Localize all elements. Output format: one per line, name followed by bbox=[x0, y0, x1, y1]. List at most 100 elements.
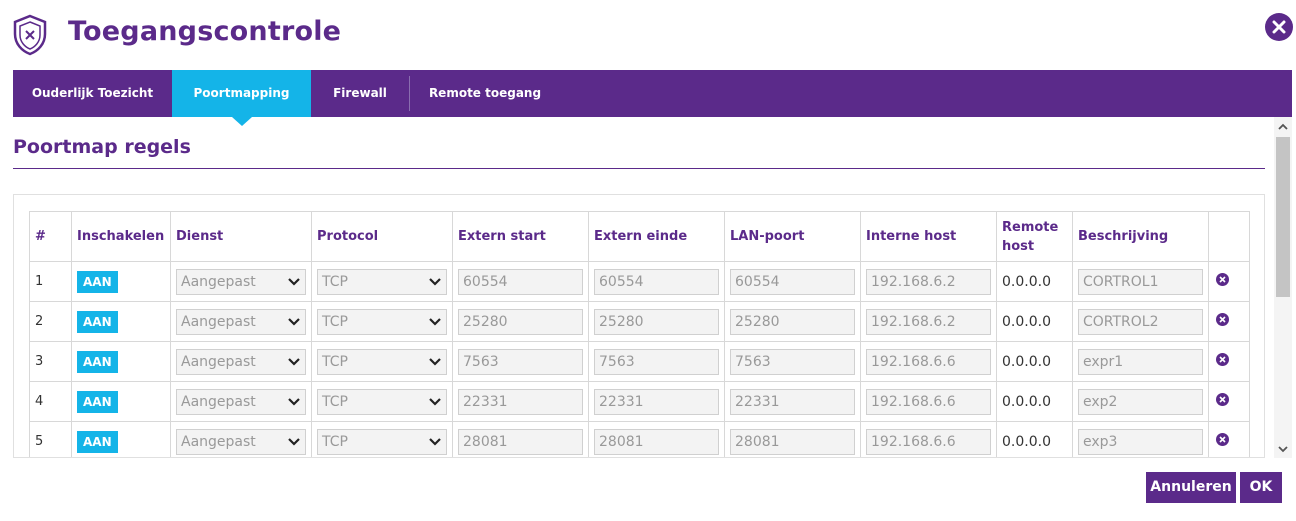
delete-rule-button[interactable] bbox=[1216, 313, 1229, 326]
enable-cell: AAN bbox=[71, 421, 171, 457]
chevron-down-icon bbox=[288, 397, 300, 406]
table-row: 1 AAN Aangepast TCP 60554 60554 60554 19… bbox=[29, 261, 1250, 302]
protocol-select[interactable]: TCP bbox=[317, 308, 447, 335]
table-row: 5 AAN Aangepast TCP 28081 28081 28081 19… bbox=[29, 421, 1250, 457]
protocol-value: TCP bbox=[322, 313, 348, 330]
lan-port-field[interactable]: 7563 bbox=[730, 348, 855, 375]
tab-port-mapping[interactable]: Poortmapping bbox=[172, 70, 311, 126]
service-select[interactable]: Aangepast bbox=[176, 268, 306, 295]
ext-end-cell: 25280 bbox=[588, 301, 725, 342]
protocol-select[interactable]: TCP bbox=[317, 268, 447, 295]
lan-port-field[interactable]: 28081 bbox=[730, 428, 855, 455]
ext-end-field[interactable]: 25280 bbox=[594, 308, 719, 335]
delete-rule-button[interactable] bbox=[1216, 433, 1229, 446]
ext-end-field[interactable]: 60554 bbox=[594, 268, 719, 295]
delete-rule-button[interactable] bbox=[1216, 353, 1229, 366]
column-header-service: Dienst bbox=[170, 211, 312, 262]
internal-host-cell: 192.168.6.2 bbox=[860, 261, 997, 302]
table-row: 4 AAN Aangepast TCP 22331 22331 22331 19… bbox=[29, 381, 1250, 422]
enable-cell: AAN bbox=[71, 341, 171, 382]
internal-host-field[interactable]: 192.168.6.6 bbox=[866, 428, 991, 455]
protocol-cell: TCP bbox=[311, 341, 453, 382]
description-field[interactable]: exp3 bbox=[1078, 428, 1203, 455]
ext-end-field[interactable]: 7563 bbox=[594, 348, 719, 375]
ext-start-cell: 25280 bbox=[452, 301, 589, 342]
table-row: 2 AAN Aangepast TCP 25280 25280 25280 19… bbox=[29, 301, 1250, 342]
internal-host-field[interactable]: 192.168.6.6 bbox=[866, 388, 991, 415]
scroll-down-icon[interactable] bbox=[1274, 441, 1292, 457]
column-header-enable: Inschakelen bbox=[71, 211, 171, 262]
chevron-down-icon bbox=[429, 437, 441, 446]
column-header-ext-start: Extern start bbox=[452, 211, 589, 262]
enable-toggle[interactable]: AAN bbox=[77, 270, 118, 293]
ext-start-field[interactable]: 60554 bbox=[458, 268, 583, 295]
service-value: Aangepast bbox=[181, 393, 256, 410]
scrollbar-thumb[interactable] bbox=[1276, 137, 1290, 297]
service-select[interactable]: Aangepast bbox=[176, 308, 306, 335]
internal-host-field[interactable]: 192.168.6.2 bbox=[866, 268, 991, 295]
table-header-row: # Inschakelen Dienst Protocol Extern sta… bbox=[29, 211, 1250, 262]
ext-start-field[interactable]: 28081 bbox=[458, 428, 583, 455]
close-button[interactable] bbox=[1265, 13, 1293, 41]
protocol-cell: TCP bbox=[311, 421, 453, 457]
service-select[interactable]: Aangepast bbox=[176, 348, 306, 375]
description-field[interactable]: expr1 bbox=[1078, 348, 1203, 375]
tab-firewall[interactable]: Firewall bbox=[311, 70, 409, 117]
cancel-button[interactable]: Annuleren bbox=[1146, 472, 1236, 503]
description-field[interactable]: CORTROL2 bbox=[1078, 308, 1203, 335]
protocol-select[interactable]: TCP bbox=[317, 348, 447, 375]
enable-toggle[interactable]: AAN bbox=[77, 430, 118, 453]
remote-host-cell: 0.0.0.0 bbox=[996, 261, 1073, 302]
actions-cell bbox=[1208, 301, 1250, 342]
remote-host-cell: 0.0.0.0 bbox=[996, 301, 1073, 342]
description-field[interactable]: CORTROL1 bbox=[1078, 268, 1203, 295]
internal-host-field[interactable]: 192.168.6.2 bbox=[866, 308, 991, 335]
enable-cell: AAN bbox=[71, 301, 171, 342]
remote-host-value: 0.0.0.0 bbox=[1002, 353, 1051, 370]
dialog-header: Toegangscontrole bbox=[0, 0, 1296, 70]
protocol-value: TCP bbox=[322, 433, 348, 450]
service-value: Aangepast bbox=[181, 273, 256, 290]
service-cell: Aangepast bbox=[170, 341, 312, 382]
description-cell: expr1 bbox=[1072, 341, 1209, 382]
lan-port-field[interactable]: 22331 bbox=[730, 388, 855, 415]
ext-end-field[interactable]: 22331 bbox=[594, 388, 719, 415]
ext-start-field[interactable]: 25280 bbox=[458, 308, 583, 335]
enable-toggle[interactable]: AAN bbox=[77, 350, 118, 373]
enable-toggle[interactable]: AAN bbox=[77, 390, 118, 413]
remote-host-value: 0.0.0.0 bbox=[1002, 313, 1051, 330]
ok-button[interactable]: OK bbox=[1240, 472, 1282, 503]
ext-start-field[interactable]: 22331 bbox=[458, 388, 583, 415]
chevron-down-icon bbox=[429, 277, 441, 286]
protocol-value: TCP bbox=[322, 393, 348, 410]
chevron-down-icon bbox=[288, 317, 300, 326]
enable-toggle[interactable]: AAN bbox=[77, 310, 118, 333]
tab-parental-control[interactable]: Ouderlijk Toezicht bbox=[13, 70, 172, 117]
description-field[interactable]: exp2 bbox=[1078, 388, 1203, 415]
port-map-table-container: # Inschakelen Dienst Protocol Extern sta… bbox=[13, 194, 1265, 458]
scroll-up-icon[interactable] bbox=[1274, 119, 1292, 135]
service-select[interactable]: Aangepast bbox=[176, 388, 306, 415]
delete-rule-button[interactable] bbox=[1216, 273, 1229, 286]
ext-end-field[interactable]: 28081 bbox=[594, 428, 719, 455]
shield-icon bbox=[13, 14, 47, 56]
protocol-value: TCP bbox=[322, 353, 348, 370]
ext-start-cell: 60554 bbox=[452, 261, 589, 302]
tab-remote-access[interactable]: Remote toegang bbox=[410, 70, 560, 117]
row-index: 5 bbox=[29, 421, 72, 457]
service-select[interactable]: Aangepast bbox=[176, 428, 306, 455]
ext-end-cell: 22331 bbox=[588, 381, 725, 422]
lan-port-field[interactable]: 60554 bbox=[730, 268, 855, 295]
ext-start-field[interactable]: 7563 bbox=[458, 348, 583, 375]
service-value: Aangepast bbox=[181, 433, 256, 450]
lan-port-cell: 60554 bbox=[724, 261, 861, 302]
protocol-select[interactable]: TCP bbox=[317, 428, 447, 455]
delete-rule-button[interactable] bbox=[1216, 393, 1229, 406]
protocol-select[interactable]: TCP bbox=[317, 388, 447, 415]
service-value: Aangepast bbox=[181, 313, 256, 330]
remote-host-value: 0.0.0.0 bbox=[1002, 393, 1051, 410]
lan-port-cell: 7563 bbox=[724, 341, 861, 382]
lan-port-field[interactable]: 25280 bbox=[730, 308, 855, 335]
internal-host-field[interactable]: 192.168.6.6 bbox=[866, 348, 991, 375]
description-cell: exp3 bbox=[1072, 421, 1209, 457]
